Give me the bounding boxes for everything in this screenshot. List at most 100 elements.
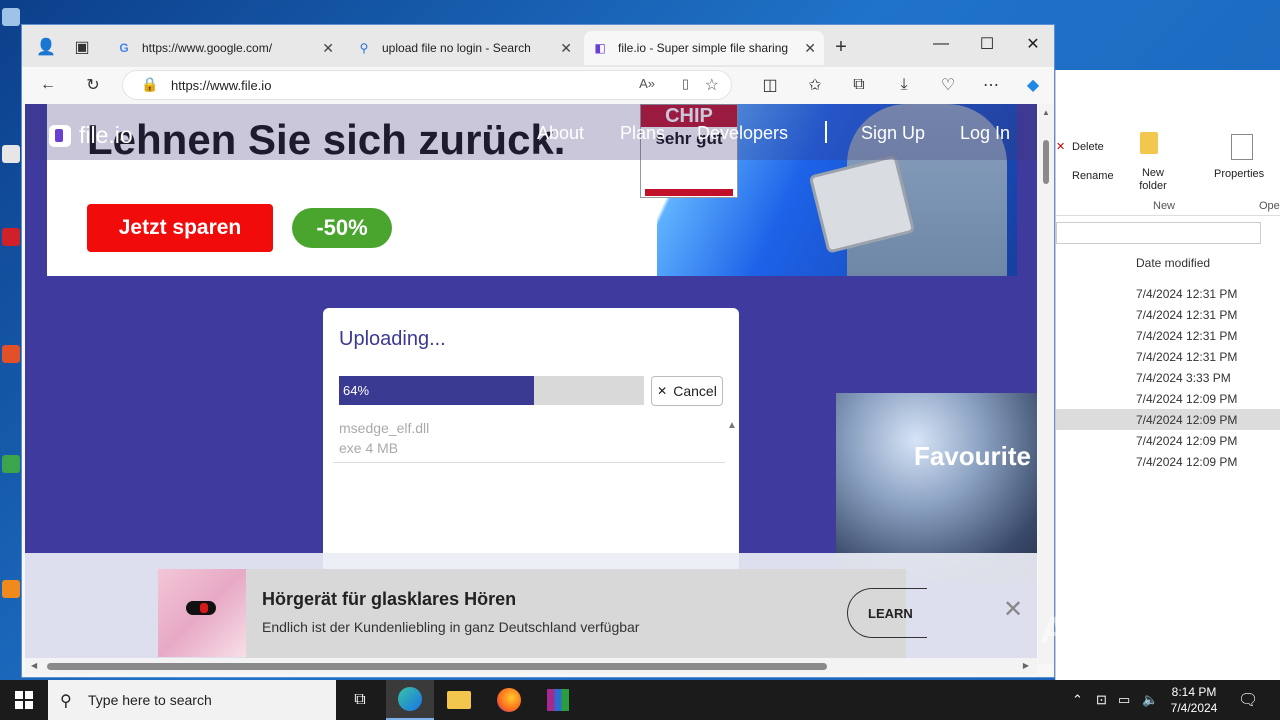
scrollbar-thumb[interactable] — [47, 663, 827, 670]
file-explorer-window: ✕ Delete Rename New folder New Propertie… — [1055, 70, 1280, 680]
file-date: 7/4/2024 12:09 PM — [1136, 455, 1238, 469]
favorites-icon[interactable]: ✩ — [801, 71, 829, 99]
immersive-reader-icon[interactable]: ▯ — [682, 76, 689, 92]
taskbar-clock[interactable]: 8:14 PM 7/4/2024 — [1166, 684, 1222, 716]
search-icon: ⚲ — [359, 41, 369, 55]
web-page: CHIP sehr gut Lehnen Sie sich zurück. Je… — [25, 104, 1037, 664]
minimize-icon[interactable]: — — [918, 29, 964, 59]
address-bar[interactable]: 🔒 https://www.file.io A» ▯ ☆ — [122, 70, 732, 100]
close-tab-icon[interactable]: ✕ — [322, 40, 334, 57]
explorer-ribbon: ✕ Delete Rename New folder New Propertie… — [1056, 70, 1280, 216]
ad-cta-button[interactable]: Jetzt sparen — [87, 204, 273, 252]
taskbar-search[interactable]: ⚲ Type here to search — [48, 680, 336, 720]
column-date-modified[interactable]: Date modified — [1136, 256, 1210, 270]
maximize-icon[interactable]: ☐ — [964, 29, 1010, 59]
open-group-label: Ope — [1259, 200, 1280, 212]
scroll-right-arrow-icon[interactable]: ▶ — [1023, 661, 1029, 670]
volume-icon[interactable]: 🔈 — [1142, 692, 1158, 708]
back-icon[interactable]: ← — [34, 71, 62, 99]
scroll-up-icon[interactable]: ▲ — [727, 420, 737, 431]
bottom-ad-subline: Endlich ist der Kundenliebling in ganz D… — [262, 619, 640, 635]
nav-plans[interactable]: Plans — [620, 123, 665, 144]
file-explorer-icon[interactable] — [435, 680, 483, 720]
url-text: https://www.file.io — [171, 77, 272, 93]
scrollbar-thumb[interactable] — [1043, 140, 1049, 184]
ad-discount-badge: -50% — [292, 208, 392, 248]
notifications-icon[interactable]: 🗨 — [1238, 690, 1258, 710]
explorer-address-bar[interactable] — [1056, 222, 1261, 244]
lock-icon[interactable]: 🔒 — [141, 76, 158, 93]
site-navbar: file.io About Plans Developers Sign Up L… — [25, 104, 1037, 160]
delete-button[interactable]: Delete — [1072, 141, 1104, 153]
favorite-star-icon[interactable]: ☆ — [705, 75, 719, 95]
file-date: 7/4/2024 12:31 PM — [1136, 350, 1238, 364]
logo-text: file.io — [79, 122, 133, 148]
more-menu-icon[interactable]: ⋯ — [977, 71, 1005, 99]
edge-taskbar-icon[interactable] — [386, 680, 434, 720]
winrar-icon[interactable] — [534, 680, 582, 720]
scroll-left-arrow-icon[interactable]: ◀ — [31, 661, 37, 670]
performance-icon[interactable]: ♡ — [934, 71, 962, 99]
clock-date: 7/4/2024 — [1170, 701, 1218, 715]
close-tab-icon[interactable]: ✕ — [560, 40, 572, 57]
recycle-bin-icon[interactable] — [2, 8, 22, 28]
new-folder-icon — [1140, 132, 1158, 154]
divider — [333, 462, 725, 463]
scroll-up-arrow-icon[interactable]: ▲ — [1042, 108, 1050, 117]
close-window-icon[interactable]: ✕ — [1010, 29, 1054, 59]
desktop-app-icon[interactable] — [2, 455, 22, 475]
new-tab-icon[interactable]: + — [827, 33, 855, 61]
split-screen-icon[interactable]: ◫ — [756, 71, 784, 99]
nav-sign-up[interactable]: Sign Up — [861, 123, 925, 144]
search-icon: ⚲ — [60, 693, 72, 710]
file-date: 7/4/2024 3:33 PM — [1136, 371, 1231, 385]
collections-icon[interactable]: ⧉ — [845, 71, 873, 99]
desktop-app-icon[interactable] — [2, 345, 22, 365]
learn-more-button[interactable]: LEARN — [847, 588, 927, 638]
desktop-app-icon[interactable] — [2, 228, 22, 248]
tab-google[interactable]: G https://www.google.com/ ✕ — [108, 31, 342, 65]
tab-title: file.io - Super simple file sharing — [618, 41, 789, 55]
horizontal-scrollbar[interactable]: ◀ ▶ — [25, 658, 1037, 674]
network-icon[interactable]: ▭ — [1118, 692, 1130, 708]
clock-time: 8:14 PM — [1171, 685, 1217, 699]
vertical-scrollbar[interactable]: ▲ — [1038, 104, 1054, 664]
read-aloud-icon[interactable]: A» — [639, 76, 655, 91]
task-view-icon[interactable]: ⧉ — [336, 680, 384, 720]
vlc-icon[interactable] — [2, 580, 22, 600]
delete-icon: ✕ — [1056, 141, 1066, 153]
bottom-advertisement[interactable]: Hörgerät für glasklares Hören Endlich is… — [25, 553, 1037, 659]
downloads-icon[interactable]: ⤓ — [890, 71, 918, 99]
tab-search[interactable]: ⚲ upload file no login - Search ✕ — [348, 31, 580, 65]
start-button[interactable] — [0, 680, 48, 720]
show-hidden-icons[interactable]: ⌃ — [1072, 692, 1083, 708]
nav-log-in[interactable]: Log In — [960, 123, 1010, 144]
file-meta: exe 4 MB — [339, 440, 399, 456]
refresh-icon[interactable]: ↻ — [79, 71, 107, 99]
tab-actions-icon[interactable]: ▣ — [68, 33, 96, 61]
tab-fileio[interactable]: ◧ file.io - Super simple file sharing ✕ — [584, 31, 824, 65]
search-placeholder: Type here to search — [88, 692, 212, 708]
fileio-logo[interactable]: file.io — [49, 122, 133, 149]
nav-about[interactable]: About — [537, 123, 584, 144]
close-ad-icon[interactable]: ✕ — [1003, 595, 1023, 624]
properties-button[interactable]: Properties — [1214, 168, 1264, 180]
tab-strip: 👤 ▣ G https://www.google.com/ ✕ ⚲ upload… — [22, 25, 1054, 67]
cancel-button[interactable]: ✕ Cancel — [651, 376, 723, 406]
upload-progress-bar: 64% — [339, 376, 644, 405]
copilot-icon[interactable]: ◆ — [1019, 71, 1047, 99]
profile-icon[interactable]: 👤 — [32, 33, 60, 61]
nav-divider — [825, 121, 827, 143]
desktop-shortcut-icon[interactable] — [2, 145, 22, 165]
upload-card: Uploading... 64% ✕ Cancel msedge_elf.dll… — [323, 308, 739, 578]
device-icon[interactable]: ⊡ — [1096, 692, 1107, 708]
ad-band — [246, 569, 906, 659]
edge-browser-window: 👤 ▣ G https://www.google.com/ ✕ ⚲ upload… — [21, 24, 1055, 678]
firefox-icon[interactable] — [485, 680, 533, 720]
nav-developers[interactable]: Developers — [697, 123, 788, 144]
new-folder-button[interactable]: New folder — [1135, 167, 1171, 193]
close-tab-icon[interactable]: ✕ — [804, 40, 816, 57]
upload-title: Uploading... — [339, 328, 446, 350]
bottom-ad-headline: Hörgerät für glasklares Hören — [262, 589, 517, 609]
rename-button[interactable]: Rename — [1072, 170, 1114, 182]
